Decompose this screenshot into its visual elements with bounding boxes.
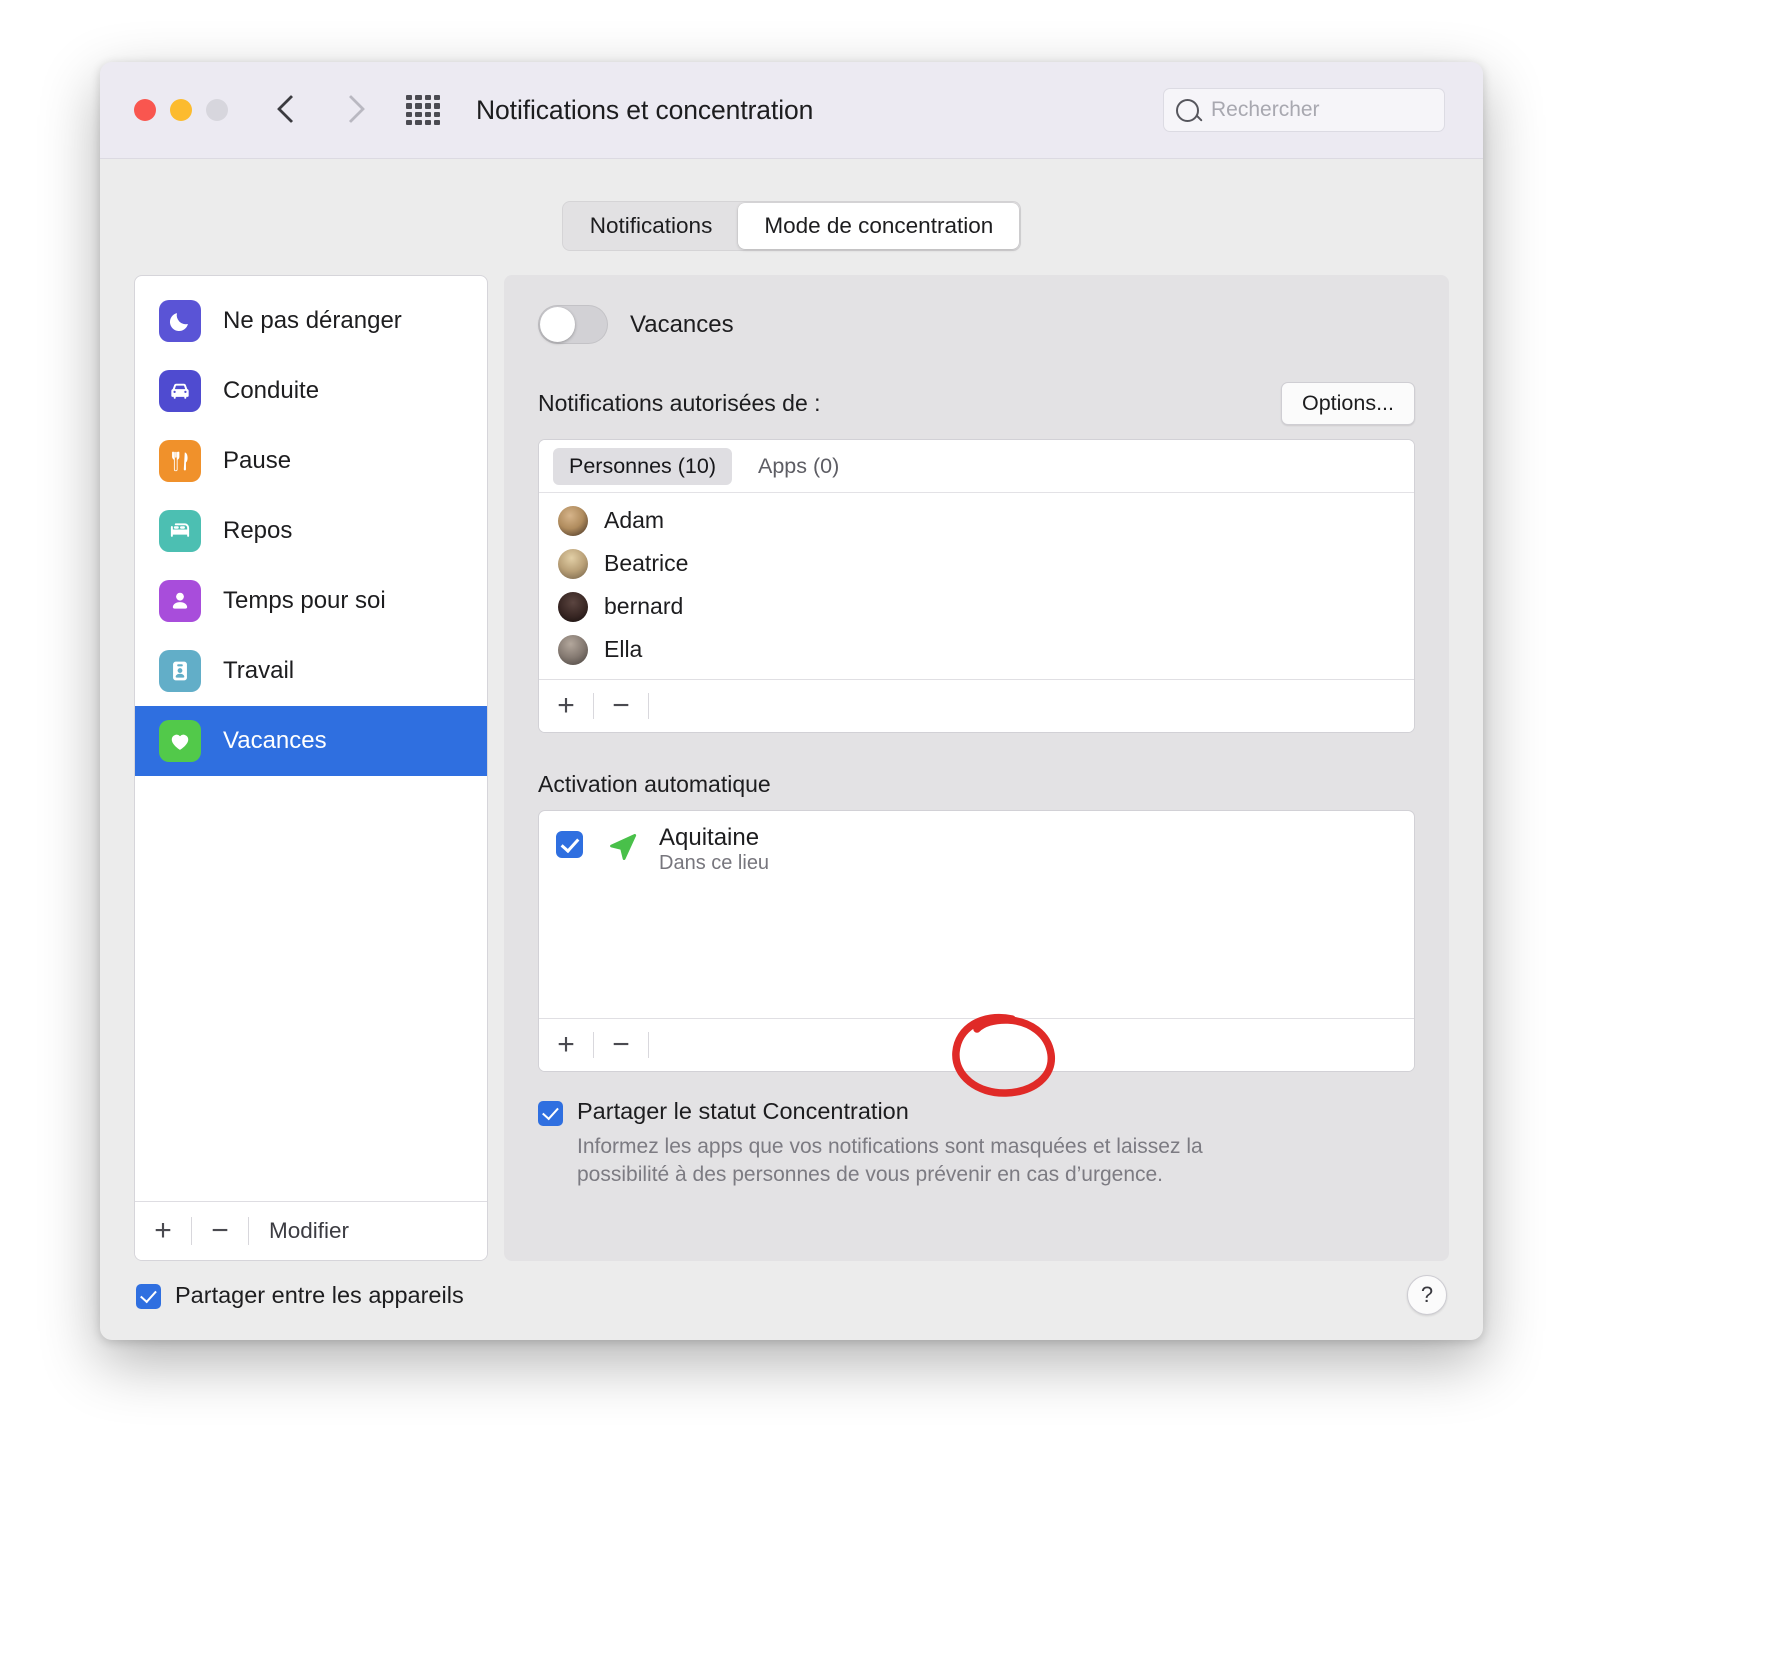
list-item[interactable]: Beatrice	[539, 542, 1414, 585]
divider	[648, 693, 649, 719]
sidebar-item-repos[interactable]: Repos	[135, 496, 487, 566]
tab-bar: Notifications Mode de concentration	[561, 201, 1022, 251]
sidebar-item-label: Conduite	[223, 377, 320, 404]
window-titlebar: Notifications et concentration Recherche…	[100, 62, 1483, 159]
person-icon	[159, 580, 201, 622]
person-name: bernard	[604, 593, 684, 619]
tab-notifications[interactable]: Notifications	[564, 203, 739, 249]
content-area: Ne pas déranger Conduite Pause Repos Tem…	[100, 251, 1483, 1261]
auto-activation-remove-button[interactable]: −	[594, 1030, 648, 1060]
avatar	[558, 634, 588, 665]
person-name: Beatrice	[604, 550, 689, 576]
auto-activation-add-button[interactable]: +	[539, 1030, 593, 1060]
focus-modes-sidebar: Ne pas déranger Conduite Pause Repos Tem…	[134, 275, 488, 1261]
share-across-devices-checkbox[interactable]	[136, 1284, 161, 1309]
sidebar-item-conduite[interactable]: Conduite	[135, 356, 487, 426]
location-arrow-icon	[605, 829, 639, 868]
list-item[interactable]: Ella	[539, 628, 1414, 671]
segment-apps[interactable]: Apps (0)	[742, 448, 855, 485]
sidebar-item-vacances[interactable]: Vacances	[135, 706, 487, 776]
list-item[interactable]: Adam	[539, 499, 1414, 542]
badge-icon	[159, 650, 201, 692]
share-focus-status-label: Partager le statut Concentration	[577, 1098, 909, 1124]
page-title: Notifications et concentration	[476, 94, 814, 125]
allowed-people-list: Adam Beatrice bernard Ella	[539, 493, 1414, 679]
add-focus-mode-button[interactable]: +	[135, 1216, 191, 1246]
traffic-lights	[134, 99, 228, 121]
focus-enable-row: Vacances	[538, 305, 1415, 344]
close-button[interactable]	[134, 99, 156, 121]
allowed-segmented-control: Personnes (10) Apps (0)	[539, 440, 1414, 493]
sidebar-item-pause[interactable]: Pause	[135, 426, 487, 496]
heart-icon	[159, 720, 201, 762]
avatar	[558, 548, 588, 579]
allowed-notifications-header: Notifications autorisées de : Options...	[538, 382, 1415, 425]
auto-activation-box: Aquitaine Dans ce lieu + −	[538, 810, 1415, 1072]
list-item[interactable]: Aquitaine Dans ce lieu	[539, 824, 1414, 875]
help-button[interactable]: ?	[1407, 1275, 1447, 1315]
focus-modes-list: Ne pas déranger Conduite Pause Repos Tem…	[135, 276, 487, 1201]
toggle-knob	[540, 307, 575, 342]
search-field[interactable]: Rechercher	[1163, 88, 1445, 132]
auto-activation-footer: + −	[539, 1018, 1414, 1071]
system-preferences-window: Notifications et concentration Recherche…	[100, 62, 1483, 1340]
search-placeholder: Rechercher	[1211, 98, 1320, 121]
share-across-devices-row: Partager entre les appareils	[136, 1281, 464, 1309]
sidebar-item-label: Pause	[223, 447, 292, 474]
navigation-arrows	[276, 90, 364, 130]
share-focus-status-checkbox[interactable]	[538, 1101, 563, 1126]
remove-focus-mode-button[interactable]: −	[192, 1216, 248, 1246]
focus-enable-toggle[interactable]	[538, 305, 608, 344]
segment-personnes[interactable]: Personnes (10)	[553, 447, 732, 485]
zoom-button[interactable]	[206, 99, 228, 121]
allowed-people-footer: + −	[539, 679, 1414, 732]
sidebar-item-label: Vacances	[223, 727, 327, 754]
sidebar-item-temps-pour-soi[interactable]: Temps pour soi	[135, 566, 487, 636]
all-preferences-grid-icon[interactable]	[406, 95, 440, 125]
focus-name-label: Vacances	[630, 310, 734, 338]
sidebar-item-label: Travail	[223, 657, 295, 684]
back-chevron-icon[interactable]	[276, 90, 302, 130]
person-name: Adam	[604, 507, 665, 533]
avatar	[558, 591, 588, 622]
auto-activation-checkbox[interactable]	[556, 831, 583, 858]
minimize-button[interactable]	[170, 99, 192, 121]
person-name: Ella	[604, 636, 643, 662]
auto-activation-header: Activation automatique	[538, 771, 1415, 798]
auto-activation-name: Aquitaine	[659, 824, 760, 851]
forward-chevron-icon[interactable]	[338, 90, 364, 130]
auto-activation-text: Aquitaine Dans ce lieu	[659, 824, 770, 875]
sidebar-item-label: Ne pas déranger	[223, 307, 402, 334]
window-bottom-bar: Partager entre les appareils ?	[100, 1250, 1483, 1340]
sidebar-item-travail[interactable]: Travail	[135, 636, 487, 706]
share-across-devices-label: Partager entre les appareils	[175, 1281, 464, 1308]
tab-bar-wrapper: Notifications Mode de concentration	[100, 159, 1483, 251]
focus-detail-panel: Vacances Notifications autorisées de : O…	[504, 275, 1449, 1261]
remove-person-button[interactable]: −	[594, 691, 648, 721]
options-button[interactable]: Options...	[1280, 382, 1415, 425]
sidebar-item-ne-pas-deranger[interactable]: Ne pas déranger	[135, 286, 487, 356]
tab-mode-concentration[interactable]: Mode de concentration	[738, 203, 1020, 249]
allowed-notifications-title: Notifications autorisées de :	[538, 390, 821, 416]
auto-activation-title: Activation automatique	[538, 771, 771, 797]
add-person-button[interactable]: +	[539, 691, 593, 721]
sidebar-item-label: Repos	[223, 517, 293, 544]
share-focus-status-row: Partager le statut Concentration Informe…	[538, 1098, 1415, 1188]
fork-knife-icon	[159, 440, 201, 482]
auto-activation-list: Aquitaine Dans ce lieu	[539, 811, 1414, 1018]
share-focus-status-text: Partager le statut Concentration Informe…	[577, 1098, 1277, 1188]
sidebar-item-label: Temps pour soi	[223, 587, 386, 614]
modify-button[interactable]: Modifier	[249, 1218, 369, 1244]
share-focus-status-description: Informez les apps que vos notifications …	[577, 1135, 1203, 1186]
auto-activation-subtitle: Dans ce lieu	[659, 851, 770, 874]
bed-icon	[159, 510, 201, 552]
car-icon	[159, 370, 201, 412]
search-icon	[1176, 98, 1199, 122]
divider	[648, 1032, 649, 1058]
allowed-notifications-box: Personnes (10) Apps (0) Adam Beatrice be…	[538, 439, 1415, 733]
avatar	[558, 505, 588, 536]
list-item[interactable]: bernard	[539, 585, 1414, 628]
moon-icon	[159, 300, 201, 342]
